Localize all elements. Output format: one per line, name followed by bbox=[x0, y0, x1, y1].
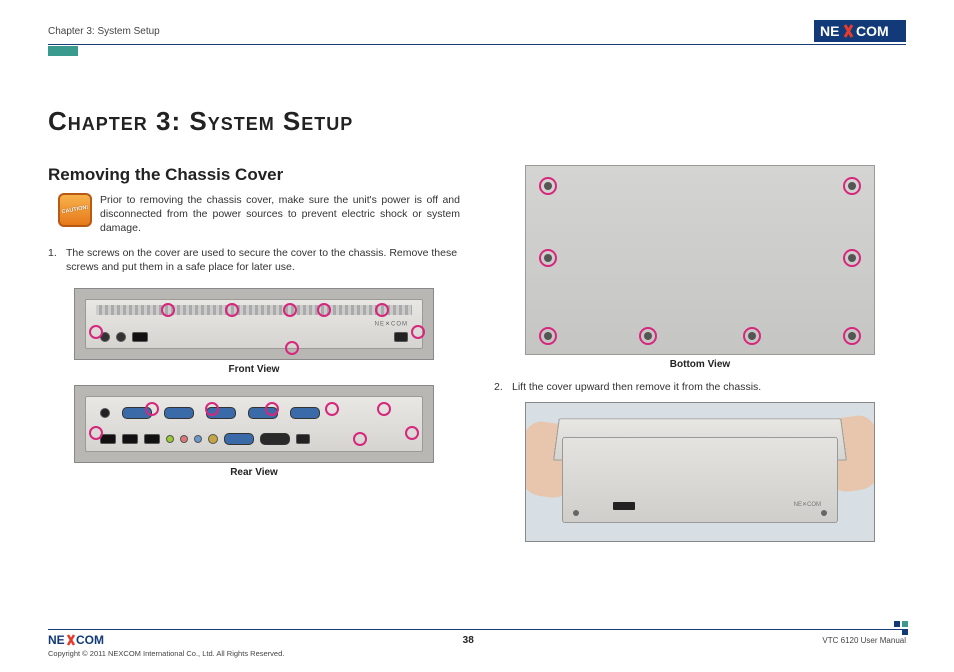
bottom-view-caption: Bottom View bbox=[494, 359, 906, 370]
rear-view-caption: Rear View bbox=[48, 467, 460, 478]
page-number: 38 bbox=[463, 635, 474, 646]
front-view-caption: Front View bbox=[48, 364, 460, 375]
step-2: 2. Lift the cover upward then remove it … bbox=[494, 380, 906, 394]
section-heading: Removing the Chassis Cover bbox=[48, 165, 460, 185]
step-1-text: The screws on the cover are used to secu… bbox=[66, 247, 457, 273]
left-column: Removing the Chassis Cover Prior to remo… bbox=[48, 165, 460, 542]
step-1-number: 1. bbox=[48, 246, 57, 260]
footer-corner-decoration bbox=[894, 621, 908, 635]
logo-text-left: NE bbox=[820, 23, 839, 39]
page-footer: NE COM 38 VTC 6120 User Manual Copyright… bbox=[48, 629, 906, 658]
step-2-text: Lift the cover upward then remove it fro… bbox=[512, 381, 761, 393]
manual-name: VTC 6120 User Manual bbox=[822, 636, 906, 645]
content-columns: Removing the Chassis Cover Prior to remo… bbox=[48, 165, 906, 542]
svg-text:NE: NE bbox=[48, 633, 65, 647]
caution-text: Prior to removing the chassis cover, mak… bbox=[100, 193, 460, 236]
lift-cover-image: NE✕COM bbox=[525, 402, 875, 542]
step-2-number: 2. bbox=[494, 380, 503, 394]
header-chapter-label: Chapter 3: System Setup bbox=[48, 26, 160, 37]
page-header: Chapter 3: System Setup NE COM bbox=[48, 20, 906, 45]
caution-block: Prior to removing the chassis cover, mak… bbox=[48, 193, 460, 236]
nexcom-logo: NE COM bbox=[814, 20, 906, 42]
rear-view-image bbox=[74, 385, 434, 463]
header-accent-bar bbox=[48, 46, 78, 56]
footer-nexcom-logo: NE COM bbox=[48, 632, 114, 648]
caution-icon bbox=[58, 193, 92, 227]
svg-text:COM: COM bbox=[76, 633, 104, 647]
copyright-text: Copyright © 2011 NEXCOM International Co… bbox=[48, 649, 906, 658]
right-column: Bottom View 2. Lift the cover upward the… bbox=[494, 165, 906, 542]
front-view-image: NE✕COM bbox=[74, 288, 434, 360]
chapter-title: Chapter 3: System Setup bbox=[48, 106, 906, 137]
step-1: 1. The screws on the cover are used to s… bbox=[48, 246, 460, 274]
logo-text-right: COM bbox=[856, 23, 889, 39]
bottom-view-image bbox=[525, 165, 875, 355]
